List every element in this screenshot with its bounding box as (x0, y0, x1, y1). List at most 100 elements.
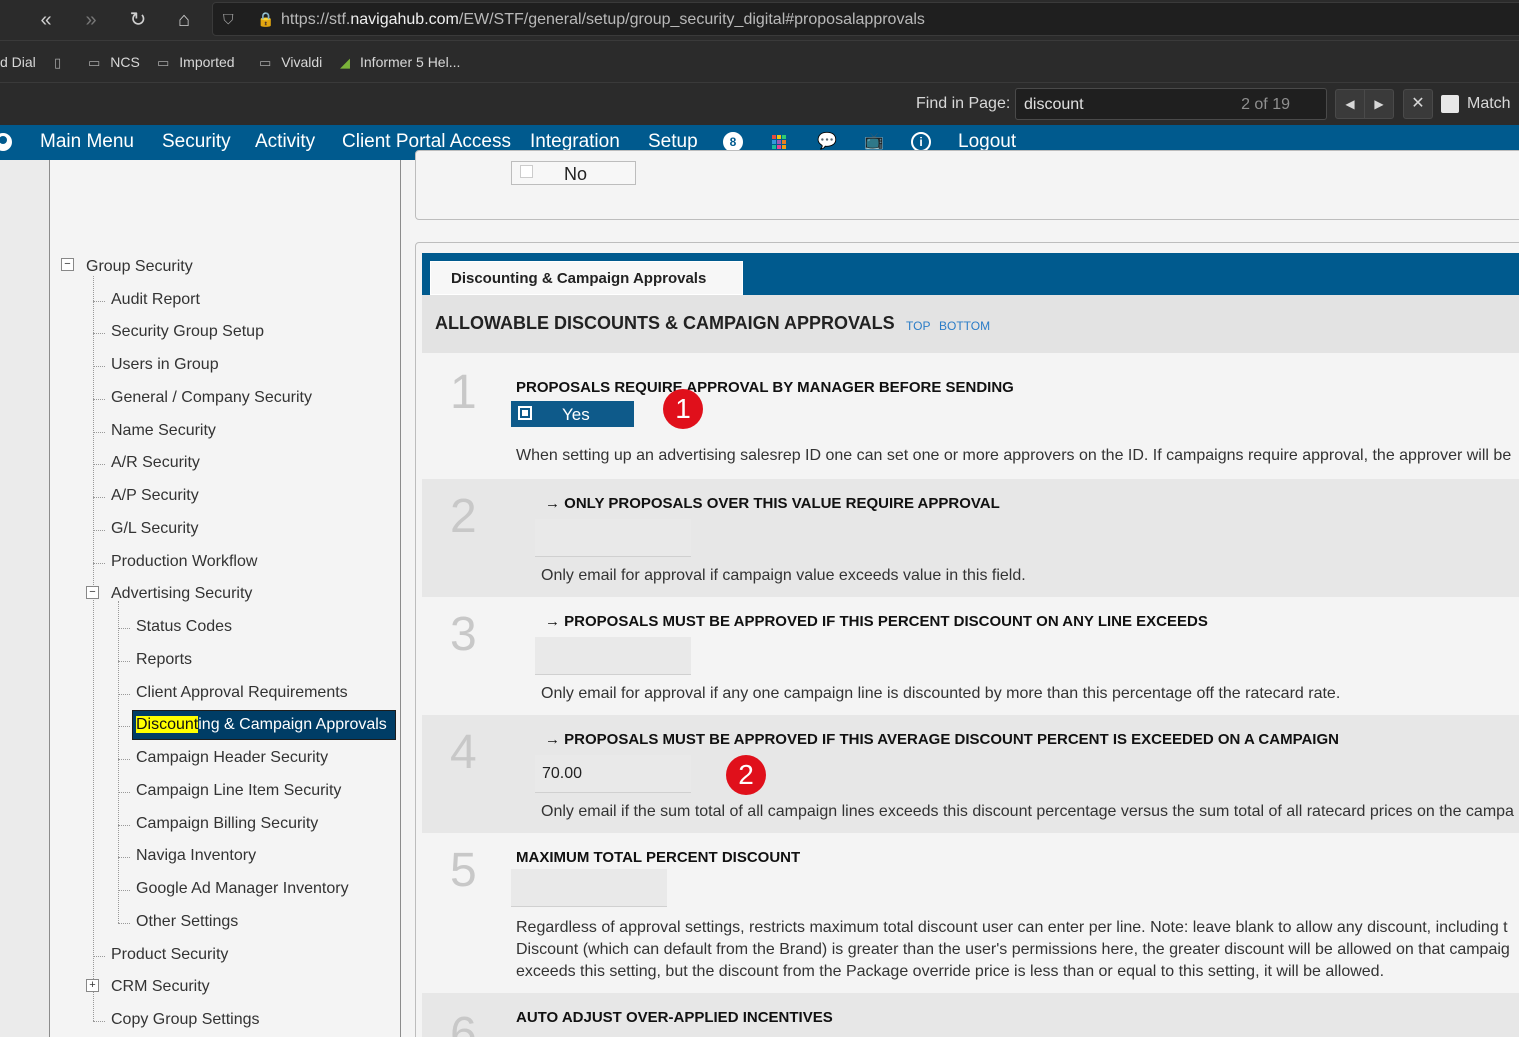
tree-item-product-security[interactable]: Product Security (111, 946, 228, 964)
setting-row-5: 5 MAXIMUM TOTAL PERCENT DISCOUNT Regardl… (422, 833, 1519, 993)
tree-item-audit-report[interactable]: Audit Report (111, 291, 200, 309)
apps-grid-icon[interactable] (772, 135, 786, 149)
yes-option[interactable]: Yes (511, 401, 634, 427)
tree-item-gl-security[interactable]: G/L Security (111, 520, 198, 538)
tree-line (93, 366, 105, 367)
notifications-icon[interactable]: 8 (723, 132, 743, 152)
bookmark-imported[interactable]: ▭ Imported (157, 54, 235, 71)
top-link[interactable]: TOP (906, 319, 930, 333)
tree-root-group-security[interactable]: Group Security (86, 258, 193, 276)
tree-item-ar-security[interactable]: A/R Security (111, 454, 200, 472)
menu-security[interactable]: Security (162, 131, 231, 153)
tree-item-google-ad-manager-inventory[interactable]: Google Ad Manager Inventory (136, 880, 349, 898)
row-title: PROPOSALS REQUIRE APPROVAL BY MANAGER BE… (516, 379, 1014, 396)
min-proposal-value-input[interactable] (535, 519, 691, 557)
address-bar[interactable]: ⛉ 🔒 https://stf.navigahub.com/EW/STF/gen… (212, 2, 1519, 36)
tab-discounting-campaign-approvals[interactable]: Discounting & Campaign Approvals (430, 261, 743, 295)
tree-item-discounting-campaign-approvals[interactable]: Discounting & Campaign Approvals (132, 710, 396, 740)
row-description: Only email if the sum total of all campa… (541, 803, 1514, 820)
menu-main-menu[interactable]: Main Menu (40, 131, 134, 153)
fast-forward-icon[interactable]: » (77, 6, 105, 34)
setting-row-3: 3 → PROPOSALS MUST BE APPROVED IF THIS P… (422, 597, 1519, 715)
tree-item-copy-group-settings[interactable]: Copy Group Settings (111, 1011, 260, 1029)
find-close-button[interactable]: ✕ (1403, 89, 1433, 119)
bookmark-informer[interactable]: ◢ Informer 5 Hel... (340, 54, 460, 71)
tree-line (118, 759, 130, 760)
menu-activity[interactable]: Activity (255, 131, 315, 153)
tree-item-client-approval-requirements[interactable]: Client Approval Requirements (136, 684, 348, 702)
bookmark-vivaldi[interactable]: ▭ Vivaldi (259, 54, 322, 71)
tree-item-campaign-billing-security[interactable]: Campaign Billing Security (136, 815, 318, 833)
video-icon[interactable]: 📺 (864, 132, 884, 152)
tree-line (93, 432, 105, 433)
collapse-icon[interactable]: − (86, 586, 99, 599)
tree-item-campaign-line-item-security[interactable]: Campaign Line Item Security (136, 782, 341, 800)
tree-item-production-workflow[interactable]: Production Workflow (111, 553, 257, 571)
tree-item-other-settings[interactable]: Other Settings (136, 913, 238, 931)
info-icon[interactable]: i (911, 132, 931, 152)
section-tabbar: Discounting & Campaign Approvals (422, 253, 1519, 295)
bookmark-page-icon[interactable]: ▯ (54, 54, 71, 71)
no-option[interactable]: No (511, 161, 636, 185)
find-value: discount (1024, 96, 1084, 113)
tree-line (93, 333, 105, 334)
setting-row-6: 6 AUTO ADJUST OVER-APPLIED INCENTIVES (422, 993, 1519, 1037)
tree-item-reports[interactable]: Reports (136, 651, 192, 669)
max-total-discount-input[interactable] (511, 869, 667, 907)
folder-icon: ▭ (259, 55, 272, 70)
row-description-line: exceeds this setting, but the discount f… (516, 963, 1385, 980)
tree-line (118, 694, 130, 695)
caret-right-icon: ▶ (1374, 97, 1384, 111)
discounting-section: Discounting & Campaign Approvals ALLOWAB… (415, 242, 1519, 1037)
tree-item-users-in-group[interactable]: Users in Group (111, 356, 219, 374)
home-icon[interactable]: ⌂ (170, 6, 198, 34)
no-checkbox[interactable] (520, 165, 533, 178)
collapse-icon[interactable]: − (61, 258, 74, 271)
tree-line (93, 563, 105, 564)
match-case-checkbox[interactable] (1441, 95, 1459, 113)
row-description-line: Regardless of approval settings, restric… (516, 919, 1508, 936)
tree-line (118, 661, 130, 662)
tree-line (93, 956, 105, 957)
row-description: Only email for approval if campaign valu… (541, 567, 1026, 584)
bookmark-speed-dial[interactable]: d Dial (0, 54, 36, 70)
tree-line (118, 601, 119, 923)
first-page-icon[interactable]: « (32, 6, 60, 34)
line-discount-percent-input[interactable] (535, 637, 691, 675)
setting-row-1: 1 PROPOSALS REQUIRE APPROVAL BY MANAGER … (422, 353, 1519, 479)
row-description: Only email for approval if any one campa… (541, 685, 1341, 702)
expand-icon[interactable]: + (86, 979, 99, 992)
tree-item-status-codes[interactable]: Status Codes (136, 618, 232, 636)
user-icon[interactable] (0, 133, 12, 151)
tree-item-crm-security[interactable]: CRM Security (111, 978, 210, 996)
match-case-label: Match (1467, 95, 1511, 112)
tree-item-advertising-security[interactable]: Advertising Security (111, 585, 252, 603)
tree-item-campaign-header-security[interactable]: Campaign Header Security (136, 749, 328, 767)
bookmark-ncs[interactable]: ▭ NCS (88, 54, 140, 71)
no-label: No (564, 164, 588, 184)
informer-icon: ◢ (340, 55, 350, 70)
tree-item-general-company-security[interactable]: General / Company Security (111, 389, 312, 407)
find-prev-button[interactable]: ◀ (1335, 89, 1365, 119)
tree-item-naviga-inventory[interactable]: Naviga Inventory (136, 847, 256, 865)
tree-item-ap-security[interactable]: A/P Security (111, 487, 199, 505)
tree-line (118, 726, 130, 727)
find-input[interactable]: discount 2 of 19 (1015, 88, 1327, 120)
row-number: 2 (450, 490, 477, 543)
setting-row-4: 4 → PROPOSALS MUST BE APPROVED IF THIS A… (422, 715, 1519, 833)
tree-item-security-group-setup[interactable]: Security Group Setup (111, 323, 264, 341)
yes-checkbox[interactable] (518, 406, 532, 420)
tree-line (118, 628, 130, 629)
tree-line (118, 792, 130, 793)
tree-line (93, 1021, 105, 1022)
row-description: When setting up an advertising salesrep … (516, 447, 1512, 464)
browser-toolbar: « » ↻ ⌂ ⛉ 🔒 https://stf.navigahub.com/EW… (0, 0, 1519, 40)
find-next-button[interactable]: ▶ (1364, 89, 1394, 119)
chat-icon[interactable]: 💬 (817, 132, 837, 152)
tree-item-name-security[interactable]: Name Security (111, 422, 216, 440)
average-discount-percent-input[interactable]: 70.00 (535, 755, 691, 793)
reload-icon[interactable]: ↻ (124, 6, 152, 34)
caret-left-icon: ◀ (1345, 97, 1355, 111)
bottom-link[interactable]: BOTTOM (939, 319, 990, 333)
selected-item-label: Discounting & Campaign Approvals (136, 716, 387, 733)
